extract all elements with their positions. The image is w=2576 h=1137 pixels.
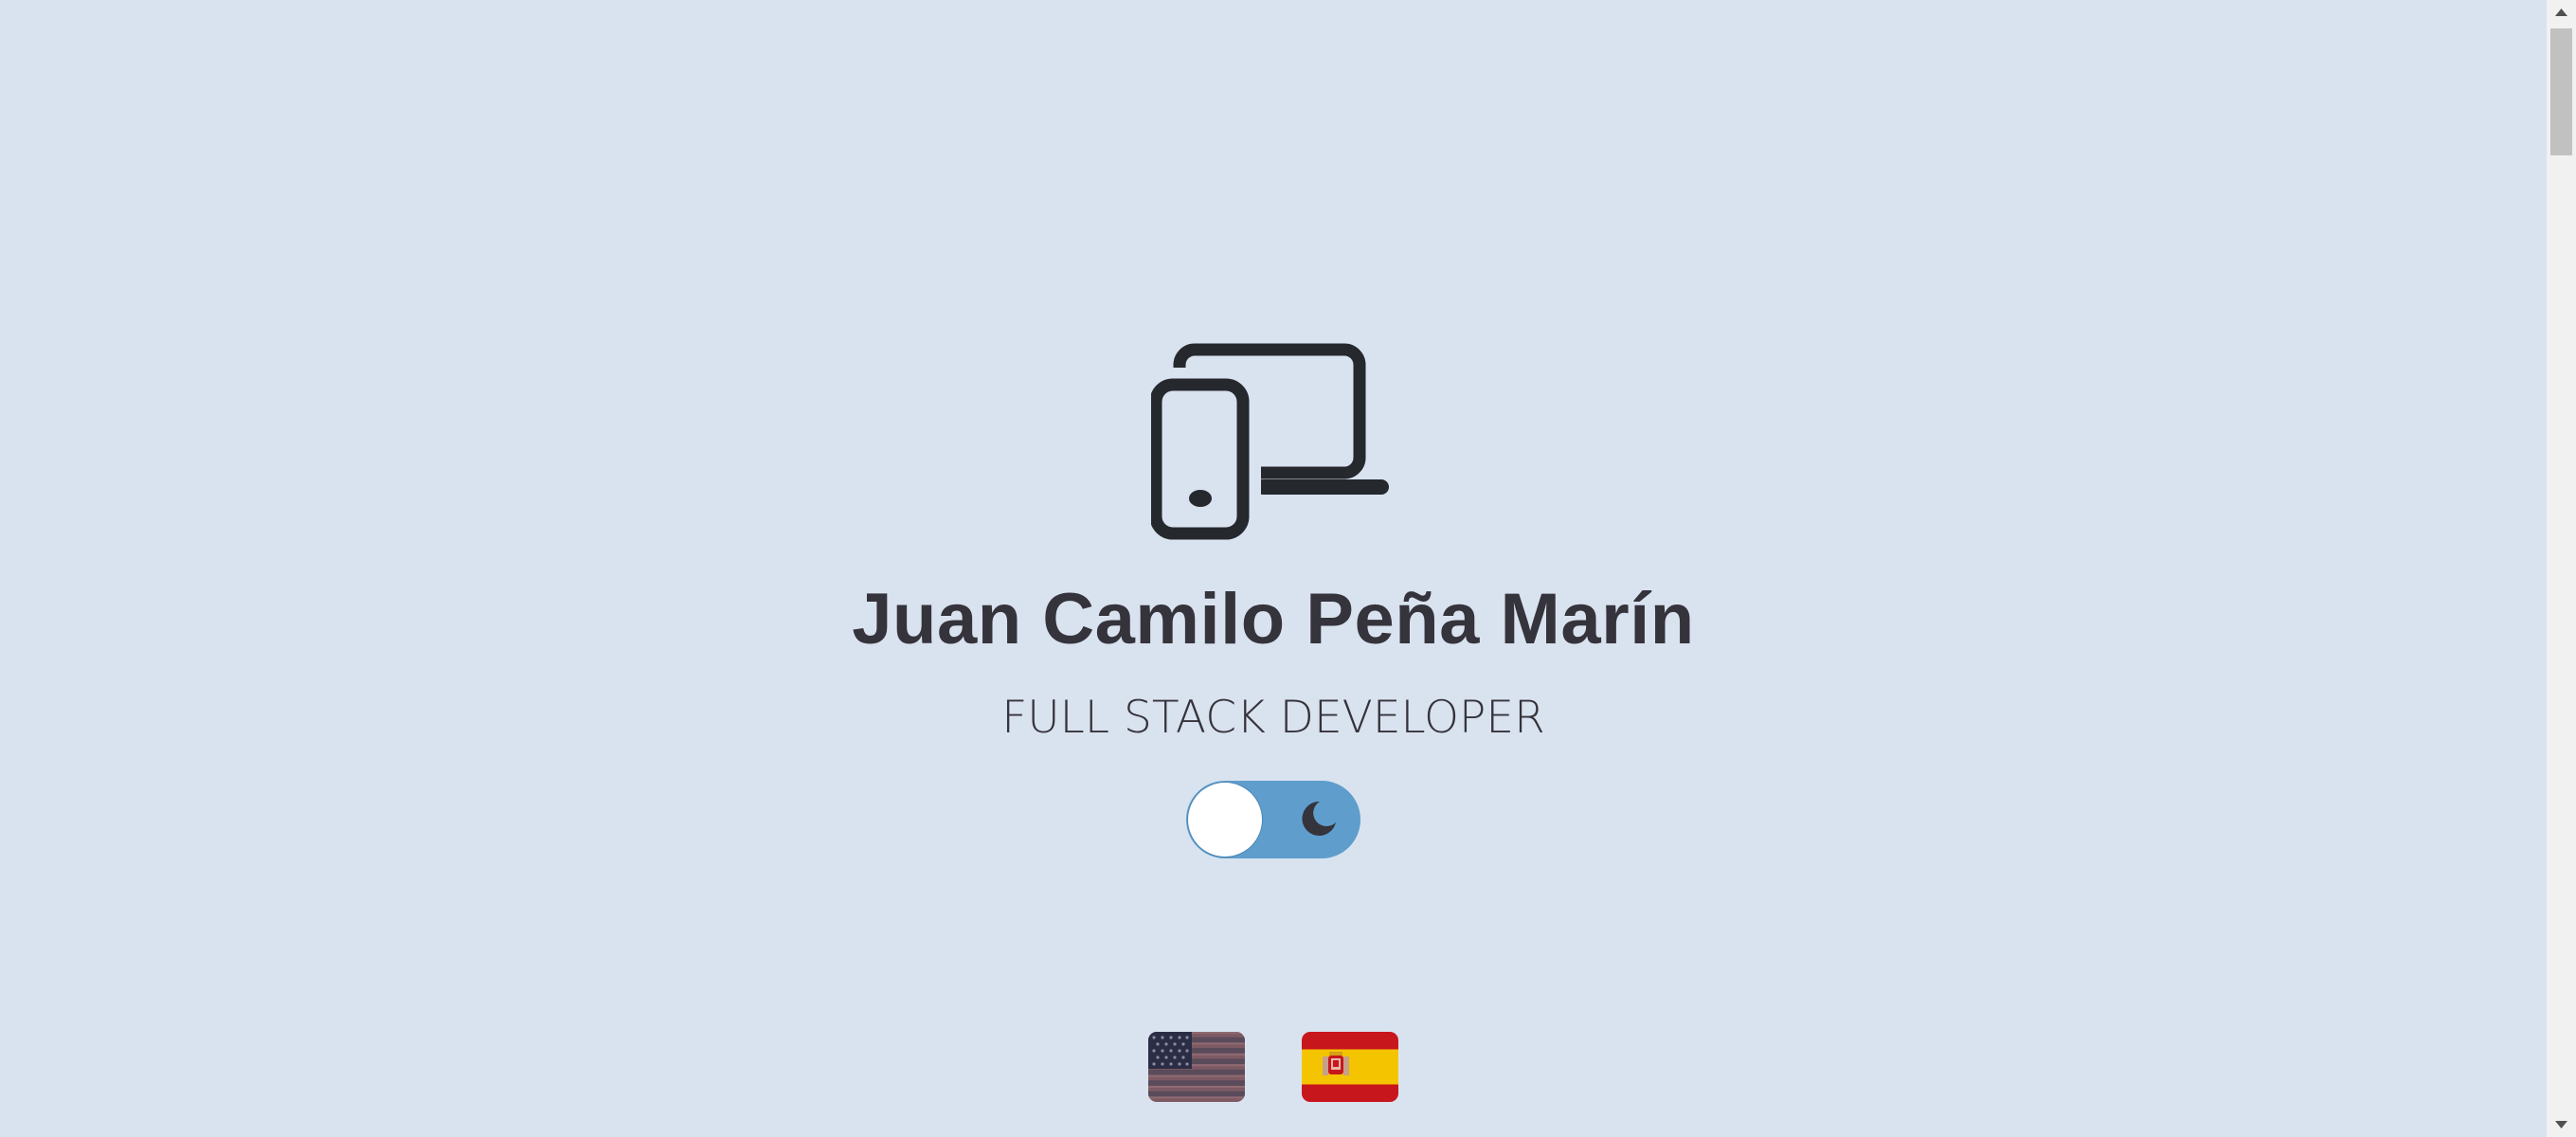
language-spanish-button[interactable] [1302,1032,1398,1102]
devices-icon [1151,343,1389,540]
scroll-down-arrow-icon[interactable] [2547,1110,2576,1137]
moon-icon [1302,801,1336,836]
landing-hero: Juan Camilo Peña Marín FULL STACK DEVELO… [0,0,2547,1137]
vertical-scrollbar[interactable] [2547,0,2576,1137]
us-flag-icon [1148,1032,1245,1102]
scrollbar-thumb[interactable] [2550,28,2572,155]
page-title: Juan Camilo Peña Marín [852,579,1695,659]
job-title: FULL STACK DEVELOPER [1001,692,1545,744]
language-english-button[interactable] [1148,1032,1245,1102]
scroll-up-arrow-icon[interactable] [2547,0,2576,27]
toggle-knob [1188,783,1262,857]
spain-flag-icon [1302,1032,1398,1102]
theme-toggle[interactable] [1186,781,1360,858]
